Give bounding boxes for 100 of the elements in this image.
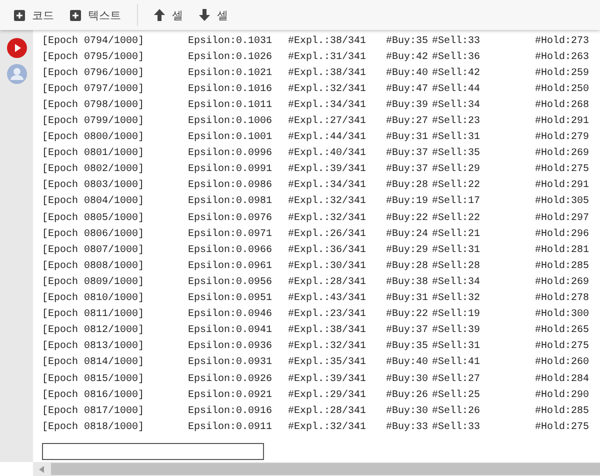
output-text: #Hold:279 (535, 132, 590, 144)
output-text: #Expl.:39/341 (288, 164, 366, 176)
output-text: [Epoch 0815/1000] (42, 374, 144, 385)
output-text: #Hold:269 (535, 276, 590, 288)
output-text: #Buy:28 (386, 260, 428, 272)
output-text: Epsilon:0.0971 (188, 228, 272, 240)
output-text: [Epoch 0807/1000] (42, 244, 144, 256)
output-text: Epsilon:0.0951 (188, 293, 272, 304)
output-text: #Buy:40 (386, 357, 428, 368)
output-text: #Expl.:30/341 (288, 260, 366, 272)
horizontal-scrollbar[interactable] (33, 462, 600, 476)
output-text: #Buy:37 (386, 164, 428, 176)
play-icon[interactable] (6, 38, 26, 58)
output-text: #Buy:29 (386, 244, 428, 256)
output-text: #Sell:35 (432, 148, 480, 160)
move-up-button[interactable]: 셀 (150, 6, 187, 24)
arrow-up-icon (154, 9, 165, 21)
output-text: #Sell:32 (432, 293, 480, 304)
output-text: #Sell:39 (432, 325, 480, 336)
output-text: #Hold:268 (535, 100, 590, 111)
output-text: #Expl.:34/341 (288, 180, 366, 192)
output-text: #Expl.:38/341 (288, 36, 366, 47)
output-text: Epsilon:0.0936 (188, 341, 272, 352)
output-text: #Expl.:44/341 (288, 132, 366, 144)
output-text: #Buy:40 (386, 68, 428, 79)
output-text: [Epoch 0809/1000] (42, 276, 144, 288)
output-text: Epsilon:0.0911 (188, 422, 272, 433)
input-field[interactable] (42, 443, 264, 460)
output-text: #Expl.:32/341 (288, 212, 366, 224)
output-text: #Expl.:35/341 (288, 357, 366, 368)
output-text: #Expl.:38/341 (288, 68, 366, 79)
output-text: #Hold:297 (535, 212, 590, 224)
output-text: #Buy:31 (386, 132, 428, 144)
output-text: Epsilon:0.0921 (188, 390, 272, 401)
output-text: [Epoch 0816/1000] (42, 390, 144, 401)
output-text: #Buy:35 (386, 341, 428, 352)
output-text: Epsilon:0.0986 (188, 180, 272, 192)
output-text: #Expl.:28/341 (288, 276, 366, 288)
add-button[interactable]: 텍스트 (66, 6, 125, 24)
output-text: #Buy:26 (386, 390, 428, 401)
output-text: [Epoch 0794/1000] (42, 36, 144, 47)
output-text: Epsilon:0.0931 (188, 357, 272, 368)
output-text: #Sell:22 (432, 180, 480, 192)
output-text: Epsilon:0.1001 (188, 132, 272, 144)
output-text: #Expl.:40/341 (288, 148, 366, 160)
output-text: #Sell:31 (432, 341, 480, 352)
output-text: #Expl.:32/341 (288, 341, 366, 352)
output-text: #Hold:265 (535, 325, 590, 336)
output-text: #Sell:42 (432, 68, 480, 79)
output-text: [Epoch 0796/1000] (42, 68, 144, 79)
output-text: #Buy:39 (386, 100, 428, 111)
output-text: [Epoch 0806/1000] (42, 228, 144, 240)
output-text: #Sell:25 (432, 390, 480, 401)
output-text: #Hold:269 (535, 148, 590, 160)
output-text: Epsilon:0.1016 (188, 84, 272, 95)
output-text: [Epoch 0799/1000] (42, 116, 144, 128)
output-text: [Epoch 0805/1000] (42, 212, 144, 224)
output-text: #Hold:275 (535, 164, 590, 176)
output-text: #Hold:284 (535, 374, 590, 385)
output-text: #Sell:33 (432, 36, 480, 47)
output-text: #Hold:278 (535, 293, 590, 304)
output-text: #Buy:33 (386, 422, 428, 433)
output-text: #Expl.:34/341 (288, 100, 366, 111)
output-text: Epsilon:0.0991 (188, 164, 272, 176)
output-text: [Epoch 0813/1000] (42, 341, 144, 352)
output-text: #Hold:275 (535, 341, 590, 352)
output-text: #Expl.:28/341 (288, 406, 366, 417)
avatar-icon (6, 64, 26, 84)
output-text: #Expl.:29/341 (288, 390, 366, 401)
output-text: #Sell:34 (432, 100, 480, 111)
output-text: #Buy:24 (386, 228, 428, 240)
output-text: #Buy:42 (386, 52, 428, 63)
output-text: #Buy:28 (386, 180, 428, 192)
move-down-button[interactable]: 셀 (195, 6, 232, 24)
output-text: #Sell:17 (432, 196, 480, 208)
output-text: #Buy:27 (386, 116, 428, 128)
output-text: #Sell:22 (432, 212, 480, 224)
output-text: #Sell:34 (432, 276, 480, 288)
output-text: #Expl.:39/341 (288, 374, 366, 385)
output-text: Epsilon:0.0996 (188, 148, 272, 160)
output-text: [Epoch 0811/1000] (42, 309, 144, 320)
output-text: #Sell:19 (432, 309, 480, 320)
output-text: [Epoch 0803/1000] (42, 180, 144, 192)
output-text: Epsilon:0.0961 (188, 260, 272, 272)
output-text: Epsilon:0.0916 (188, 406, 272, 417)
output-text: #Buy:30 (386, 374, 428, 385)
output-text: Epsilon:0.1006 (188, 116, 272, 128)
output-text: #Hold:273 (535, 36, 590, 47)
arrow-down-icon (199, 9, 210, 21)
output-text: [Epoch 0800/1000] (42, 132, 144, 144)
output-text: [Epoch 0798/1000] (42, 100, 144, 111)
add-button[interactable]: 코드 (10, 6, 58, 24)
output-text: Epsilon:0.1026 (188, 52, 272, 63)
output-text: #Hold:290 (535, 390, 590, 401)
plus-icon (70, 10, 81, 20)
output-text: #Sell:36 (432, 52, 480, 63)
output-text: #Sell:44 (432, 84, 480, 95)
output-text: #Hold:300 (535, 309, 590, 320)
output-text: #Hold:291 (535, 116, 590, 128)
output-text: Epsilon:0.0941 (188, 325, 272, 336)
